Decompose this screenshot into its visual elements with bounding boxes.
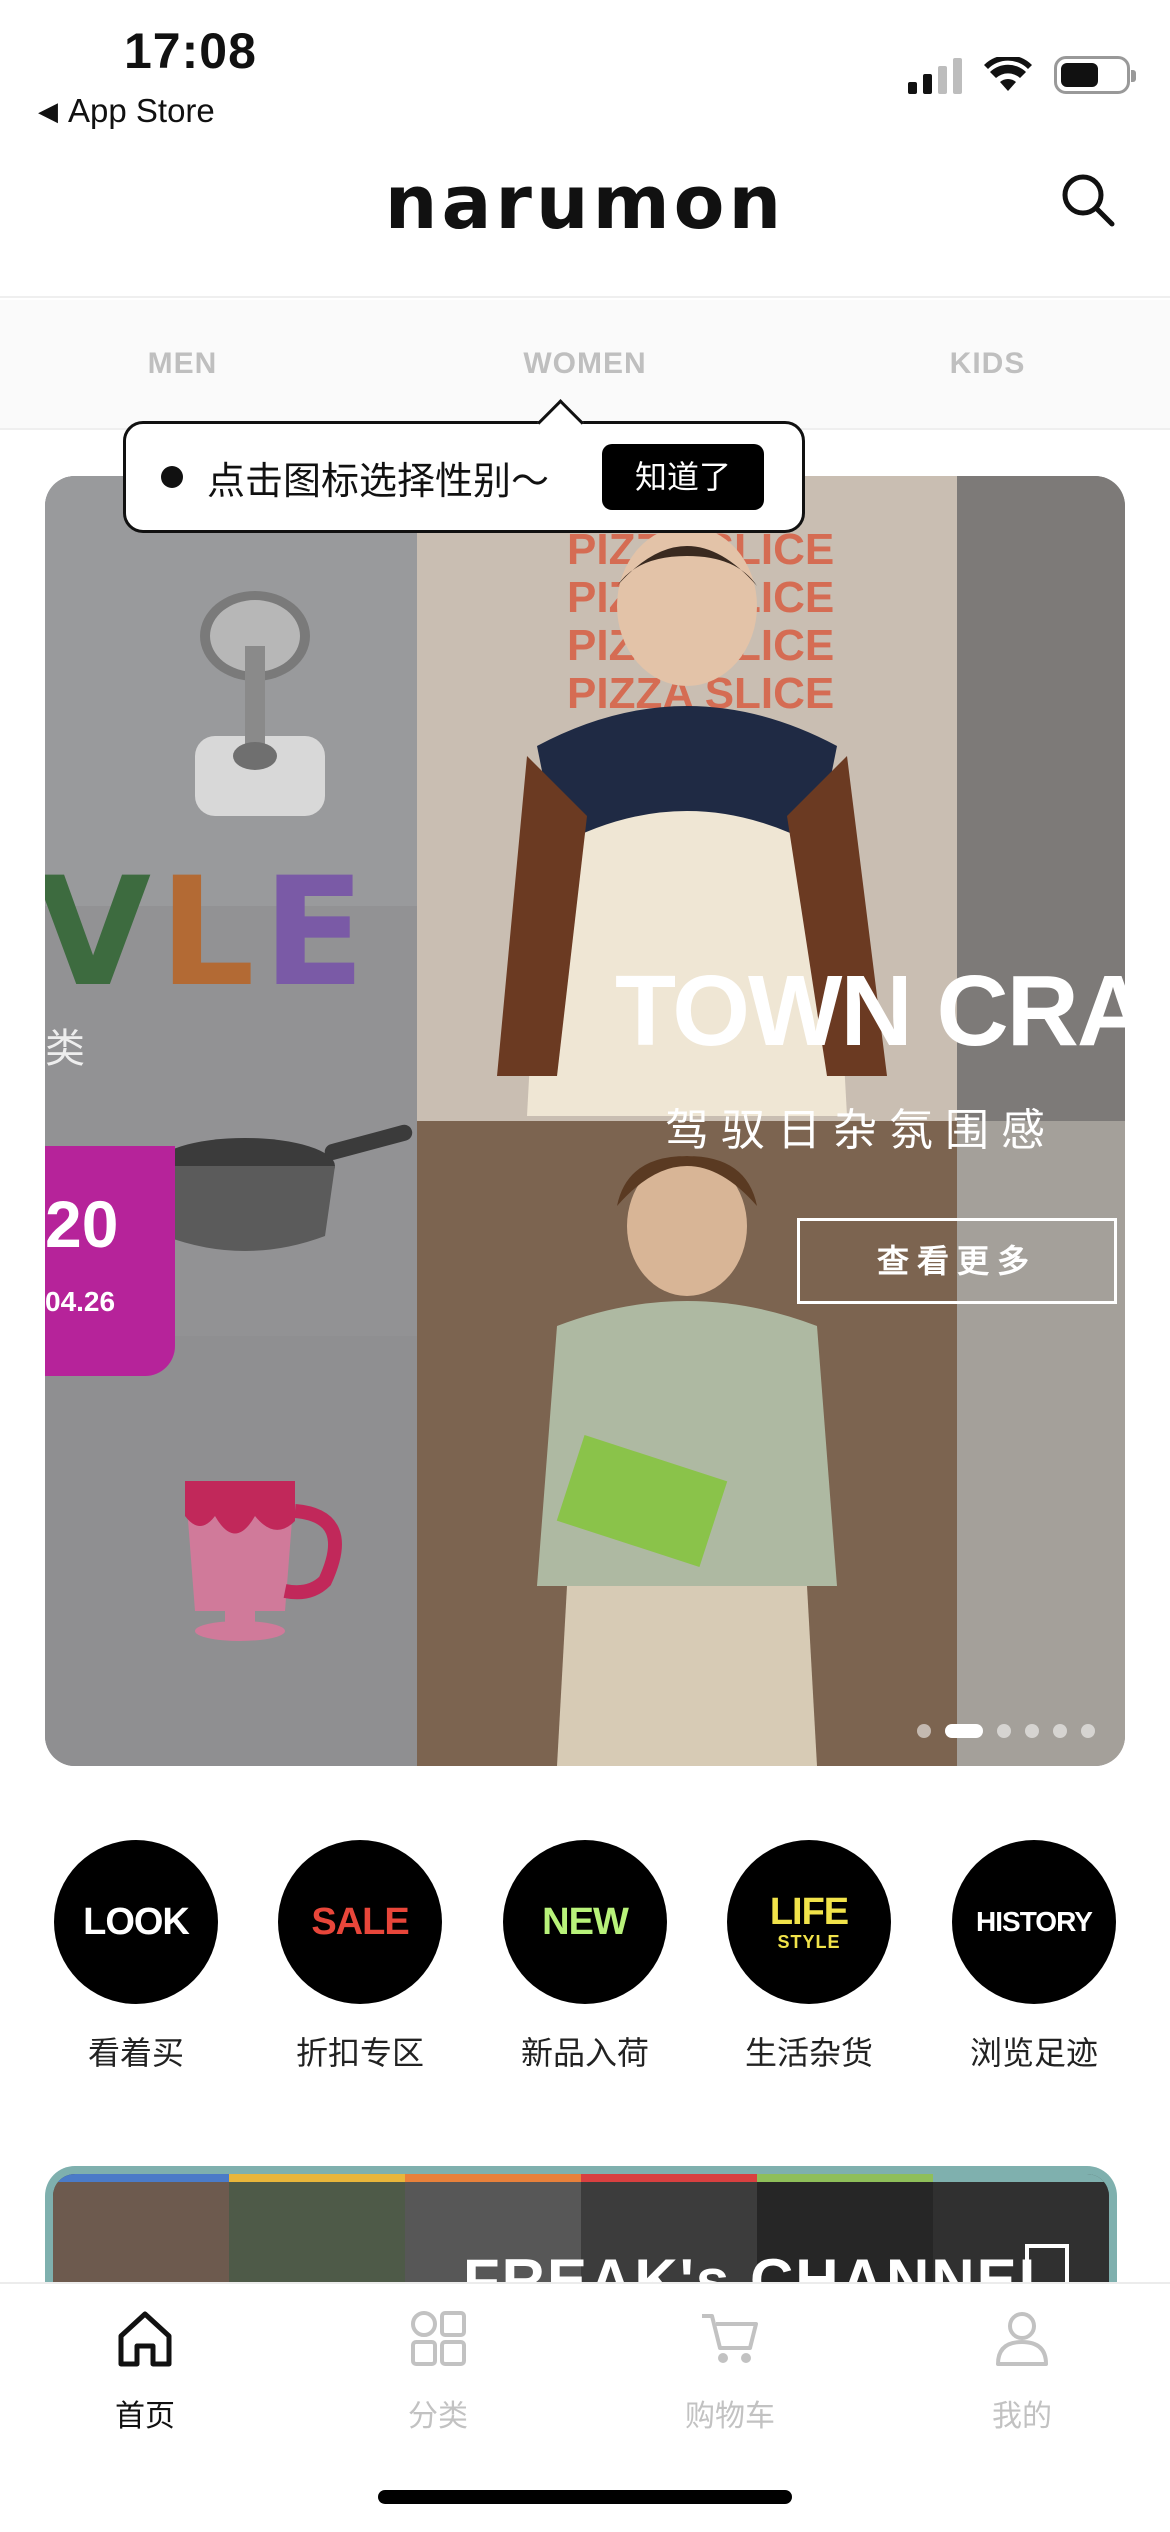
pan-image [155,1124,413,1251]
tab-category[interactable]: 分类 [338,2306,538,2435]
app-header: narumon [0,140,1170,298]
quick-nav-new[interactable]: NEW 新品入荷 [500,1840,670,2074]
search-icon[interactable] [1058,170,1118,230]
hero-subtitle: 驾驭日杂氛围感 [665,1106,1057,1155]
tab-label: 购物车 [685,2400,775,2433]
bullet-icon [161,466,183,488]
quick-nav-sale[interactable]: SALE 折扣专区 [275,1840,445,2074]
quick-nav: LOOK 看着买 SALE 折扣专区 NEW 新品入荷 LIFE STYLE 生… [0,1840,1170,2080]
back-to-app-store[interactable]: ◀ App Store [38,92,215,130]
carousel-dot[interactable] [1025,1724,1039,1738]
wall-hook-image [195,591,325,816]
carousel-pagination [917,1724,1095,1738]
back-triangle-icon: ◀ [38,95,58,126]
cellular-signal-icon [908,56,962,94]
sale-number: 20 [45,1187,119,1261]
hero-carousel[interactable]: VLE 类 20 04.26 PIZZA SLICE PIZZA SLICE P… [45,476,1125,1766]
hero-title: TOWN CRA [615,955,1125,1067]
tab-women[interactable]: WOMEN [365,300,805,428]
got-it-button[interactable]: 知道了 [602,444,764,510]
channel-title: FREAK's CHANNEL [463,2247,1058,2286]
home-icon [118,2311,172,2367]
profile-icon [996,2312,1048,2366]
brand-logo[interactable]: narumon [0,160,1170,246]
banner-color-stripe [53,2174,1109,2182]
tab-kids[interactable]: KIDS [805,300,1170,428]
carousel-dot[interactable] [917,1724,931,1738]
carousel-dot-active[interactable] [945,1724,983,1738]
look-icon: LOOK [54,1840,218,2004]
tooltip-text: 点击图标选择性别～ [207,460,550,503]
quick-nav-label: 看着买 [87,2035,184,2071]
life-style-icon: LIFE STYLE [727,1840,891,2004]
header-divider [0,296,1170,298]
sale-promo-card[interactable]: 20 04.26 [45,1146,175,1376]
gender-tabs: MEN WOMEN KIDS [0,300,1170,428]
mug-image [185,1481,342,1641]
carousel-dot[interactable] [1081,1724,1095,1738]
quick-nav-life-style[interactable]: LIFE STYLE 生活杂货 [724,1840,894,2074]
tab-home[interactable]: 首页 [45,2306,245,2435]
quick-nav-look[interactable]: LOOK 看着买 [51,1840,221,2074]
gender-select-tooltip: 点击图标选择性别～ 知道了 [123,421,805,533]
quick-nav-label: 折扣专区 [295,2035,424,2071]
life-style-slide-preview[interactable]: VLE 类 20 04.26 [45,476,417,1766]
quick-nav-label: 新品入荷 [520,2035,649,2071]
left-side-mark: 类 [45,1027,85,1071]
quick-nav-label: 浏览足迹 [969,2035,1098,2071]
tab-label: 分类 [408,2400,468,2433]
tab-label: 首页 [115,2400,175,2433]
battery-icon [1054,56,1136,94]
new-icon: NEW [503,1840,667,2004]
back-app-label: App Store [68,92,215,129]
status-time: 17:08 [124,23,257,79]
home-indicator[interactable] [378,2490,792,2504]
cart-icon [702,2314,758,2363]
quick-nav-history[interactable]: HISTORY 浏览足迹 [949,1840,1119,2074]
life-style-headline: VLE [45,846,374,1020]
tab-men[interactable]: MEN [0,300,365,428]
view-more-button[interactable]: 查看更多 [797,1218,1117,1304]
carousel-dot[interactable] [1053,1724,1067,1738]
sale-icon: SALE [278,1840,442,2004]
tab-label: 我的 [992,2400,1052,2433]
tab-cart[interactable]: 购物车 [630,2306,830,2435]
status-bar: 17:08 ◀ App Store [0,0,1170,140]
carousel-dot[interactable] [997,1724,1011,1738]
category-icon [411,2311,466,2366]
quick-nav-label: 生活杂货 [744,2035,873,2071]
external-link-icon [1025,2244,1069,2286]
sale-date: 04.26 [45,1286,116,1317]
history-icon: HISTORY [952,1840,1116,2004]
status-icons [908,56,1136,94]
tab-profile[interactable]: 我的 [922,2306,1122,2435]
wifi-icon [984,57,1032,93]
freaks-channel-banner[interactable]: FREAK's CHANNEL [45,2166,1117,2286]
